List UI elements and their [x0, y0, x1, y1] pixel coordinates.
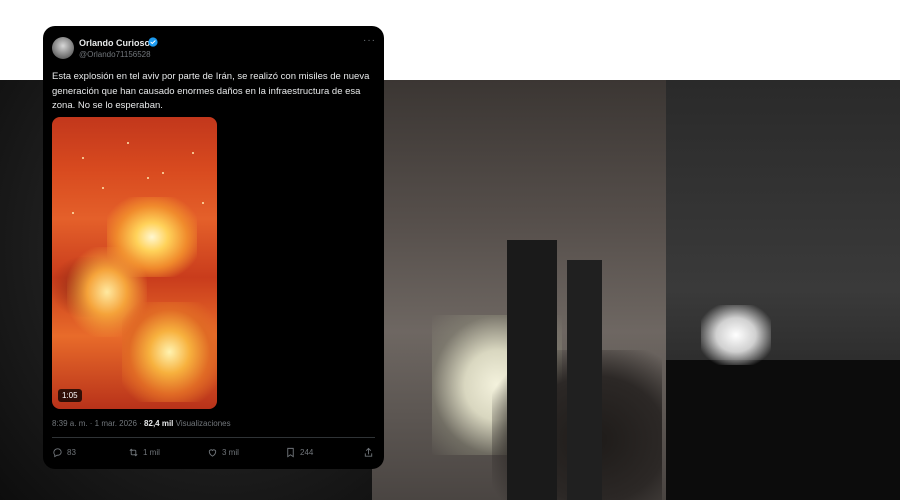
reply-button[interactable]: 83	[52, 447, 76, 458]
repost-icon	[129, 448, 138, 457]
background-photo-right	[666, 80, 900, 500]
verified-badge-icon	[148, 37, 158, 47]
views-count: 82,4 mil	[144, 419, 174, 428]
video-duration: 1:05	[58, 389, 82, 402]
share-button[interactable]	[363, 447, 374, 458]
author-name[interactable]: Orlando Curioso	[79, 38, 150, 48]
spark	[147, 177, 149, 179]
heart-icon	[208, 449, 217, 457]
avatar[interactable]	[52, 37, 74, 59]
explosion-glow	[701, 305, 771, 365]
reply-icon	[53, 448, 62, 458]
background-photo-middle	[372, 80, 666, 500]
divider	[52, 437, 375, 438]
bookmark-button[interactable]: 244	[285, 447, 313, 458]
spark	[192, 152, 194, 154]
bookmark-count: 244	[300, 448, 314, 457]
tweet-meta: 8:39 a. m. · 1 mar. 2026 · 82,4 mil Visu…	[52, 419, 231, 428]
building-silhouette	[567, 260, 602, 500]
spark	[127, 142, 129, 144]
city-silhouette	[666, 360, 900, 500]
video-thumbnail[interactable]: 1:05	[52, 117, 217, 409]
views-label: Visualizaciones	[173, 419, 231, 428]
like-button[interactable]: 3 mil	[207, 447, 239, 458]
spark	[162, 172, 164, 174]
spark	[202, 202, 204, 204]
share-icon	[364, 447, 373, 457]
tweet-card: Orlando Curioso @Orlando71156528 ··· Est…	[43, 26, 384, 469]
building-silhouette	[507, 240, 557, 500]
explosion-fireball	[122, 302, 217, 402]
spark	[102, 187, 104, 189]
author-handle[interactable]: @Orlando71156528	[79, 50, 151, 59]
spark	[72, 212, 74, 214]
like-count: 3 mil	[222, 448, 239, 457]
bookmark-icon	[287, 447, 294, 458]
repost-button[interactable]: 1 mil	[128, 447, 160, 458]
reply-count: 83	[67, 448, 76, 457]
tweet-text: Esta explosión en tel aviv por parte de …	[52, 71, 370, 111]
action-bar: 83 1 mil 3 mil 244	[52, 447, 375, 461]
more-horizontal-icon[interactable]: ···	[363, 35, 376, 46]
timestamp[interactable]: 8:39 a. m. · 1 mar. 2026 ·	[52, 419, 144, 428]
spark	[82, 157, 84, 159]
repost-count: 1 mil	[143, 448, 160, 457]
